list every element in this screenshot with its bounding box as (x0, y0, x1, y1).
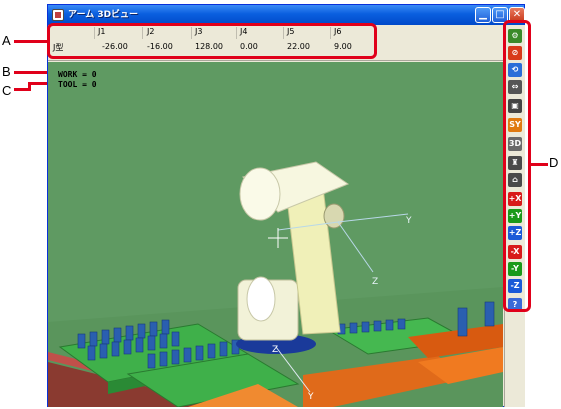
minimize-icon: ▁ (479, 9, 487, 20)
callout-label-d: D (549, 155, 559, 170)
callout-label-b: B (2, 64, 11, 79)
minimize-button[interactable]: ▁ (475, 7, 491, 23)
callout-box-a (47, 23, 377, 59)
callout-line-d (531, 163, 548, 166)
maximize-icon: □ (495, 9, 505, 20)
app-icon (52, 9, 64, 21)
callout-box-d (503, 20, 531, 312)
callout-line-a (14, 40, 47, 43)
arm-3d-view-window: アーム 3Dビュー ▁ □ ✕ J1 J2 J3 J4 J5 J6 J型 -26… (47, 4, 525, 407)
tool-y-label: Y (405, 216, 412, 226)
tool-status: TOOL = 0 (58, 80, 97, 89)
title-bar[interactable]: アーム 3Dビュー ▁ □ ✕ (48, 5, 525, 25)
callout-line-b (14, 71, 47, 74)
callout-label-a: A (2, 33, 11, 48)
callout-label-c: C (2, 83, 12, 98)
base-y-label: Y (307, 392, 314, 402)
robot-wrist (323, 203, 345, 229)
tool-z-label: Z (372, 277, 378, 287)
callout-line-c-top (28, 82, 47, 85)
close-icon: ✕ (512, 9, 522, 20)
scene-graphic: Y Z Z Y (48, 161, 503, 407)
robot-j1-motor (246, 276, 276, 322)
window-title: アーム 3Dビュー (68, 10, 139, 20)
tool-y-axis (337, 213, 409, 223)
base-z-label: Z (272, 345, 278, 355)
work-status: WORK = 0 (58, 70, 97, 79)
tool-z-axis (337, 221, 374, 273)
robot-j3-motor (239, 167, 281, 221)
3d-viewport[interactable]: Y Z Z Y WORK = 0 TOOL = 0 (48, 62, 503, 407)
